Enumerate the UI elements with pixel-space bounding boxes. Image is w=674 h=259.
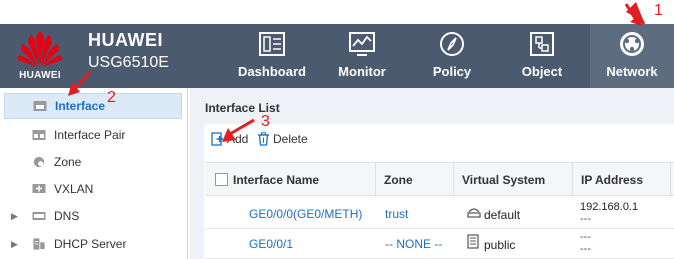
annotation-arrow-1 [624, 3, 642, 26]
annotation-number-1: 1 [654, 2, 663, 19]
annotation-number-3: 3 [261, 113, 270, 130]
annotation-arrow-3 [222, 118, 255, 142]
annotation-arrow-2 [68, 71, 92, 96]
annotation-overlay [626, 2, 646, 25]
annotation-number-2: 2 [107, 89, 116, 106]
